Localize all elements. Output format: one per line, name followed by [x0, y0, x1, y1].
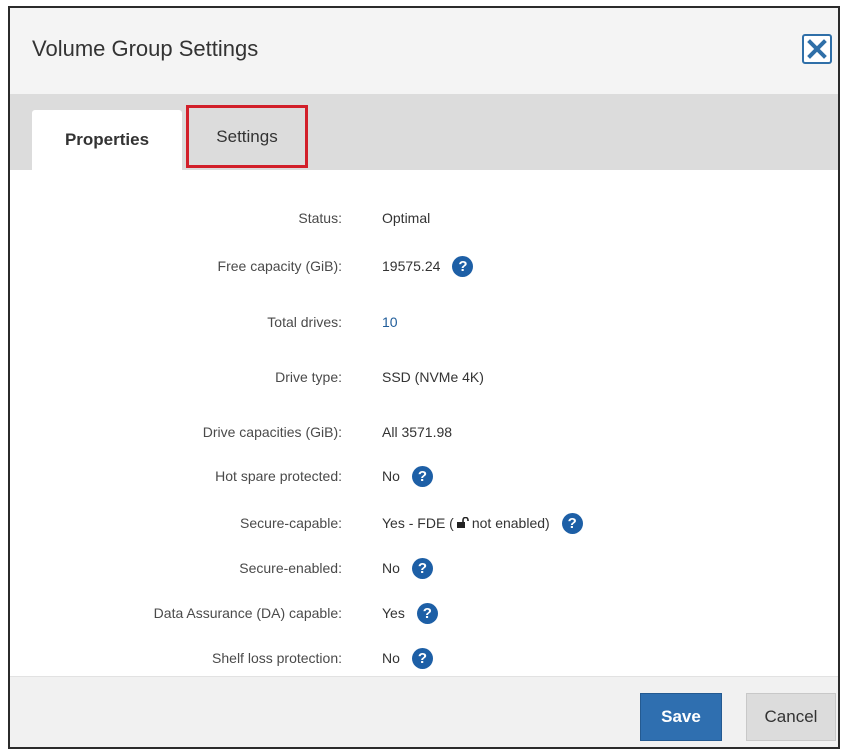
free-capacity-value: 19575.24	[382, 258, 441, 274]
help-icon[interactable]: ?	[416, 602, 438, 624]
hot-spare-row: Hot spare protected: No ?	[10, 464, 838, 488]
save-button[interactable]: Save	[640, 693, 722, 741]
cancel-button[interactable]: Cancel	[746, 693, 836, 741]
free-capacity-value-wrap: 19575.24 ?	[382, 255, 474, 277]
da-capable-label: Data Assurance (DA) capable:	[153, 605, 342, 621]
secure-enabled-row: Secure-enabled: No ?	[10, 556, 838, 580]
tab-settings[interactable]: Settings	[186, 105, 308, 168]
status-label: Status:	[298, 210, 342, 226]
secure-enabled-value: No	[382, 560, 400, 576]
help-icon[interactable]: ?	[411, 557, 433, 579]
shelf-loss-row: Shelf loss protection: No ?	[10, 646, 838, 670]
hot-spare-value: No	[382, 468, 400, 484]
secure-enabled-label: Secure-enabled:	[239, 560, 342, 576]
dialog-header: Volume Group Settings	[10, 8, 838, 94]
da-capable-value: Yes	[382, 605, 405, 621]
free-capacity-row: Free capacity (GiB): 19575.24 ?	[10, 254, 838, 278]
total-drives-link[interactable]: 10	[382, 314, 398, 330]
drive-type-row: Drive type: SSD (NVMe 4K)	[10, 365, 838, 389]
da-capable-value-wrap: Yes ?	[382, 602, 438, 624]
hot-spare-label: Hot spare protected:	[215, 468, 342, 484]
dialog-title: Volume Group Settings	[32, 36, 259, 61]
dialog-footer: Save Cancel	[10, 676, 838, 747]
total-drives-row: Total drives: 10	[10, 310, 838, 334]
tab-bar: Properties Settings	[10, 94, 838, 170]
help-icon[interactable]: ?	[411, 647, 433, 669]
help-icon[interactable]: ?	[561, 512, 583, 534]
close-button[interactable]	[802, 34, 832, 64]
secure-capable-value-prefix: Yes - FDE (	[382, 515, 454, 531]
drive-capacities-label: Drive capacities (GiB):	[202, 424, 342, 440]
drive-type-value: SSD (NVMe 4K)	[382, 369, 484, 385]
hot-spare-value-wrap: No ?	[382, 465, 433, 487]
free-capacity-label: Free capacity (GiB):	[217, 258, 342, 274]
shelf-loss-value-wrap: No ?	[382, 647, 433, 669]
secure-capable-row: Secure-capable: Yes - FDE ( not enabled)…	[10, 511, 838, 535]
drive-capacities-value: All 3571.98	[382, 424, 453, 440]
secure-capable-label: Secure-capable:	[240, 515, 342, 531]
total-drives-label: Total drives:	[267, 314, 342, 330]
drive-type-label: Drive type:	[275, 369, 342, 385]
volume-group-settings-dialog: Volume Group Settings Properties Setting…	[8, 6, 840, 749]
unlocked-icon	[456, 517, 469, 528]
shelf-loss-label: Shelf loss protection:	[212, 650, 342, 666]
tab-properties[interactable]: Properties	[32, 110, 182, 170]
secure-enabled-value-wrap: No ?	[382, 557, 433, 579]
drive-capacities-row: Drive capacities (GiB): All 3571.98	[10, 420, 838, 444]
da-capable-row: Data Assurance (DA) capable: Yes ?	[10, 601, 838, 625]
secure-capable-value-suffix: not enabled)	[471, 515, 550, 531]
close-icon	[807, 39, 827, 59]
status-row: Status: Optimal	[10, 206, 838, 230]
status-value: Optimal	[382, 210, 431, 226]
help-icon[interactable]: ?	[411, 465, 433, 487]
help-icon[interactable]: ?	[452, 255, 474, 277]
shelf-loss-value: No	[382, 650, 400, 666]
secure-capable-value-wrap: Yes - FDE ( not enabled) ?	[382, 512, 583, 534]
